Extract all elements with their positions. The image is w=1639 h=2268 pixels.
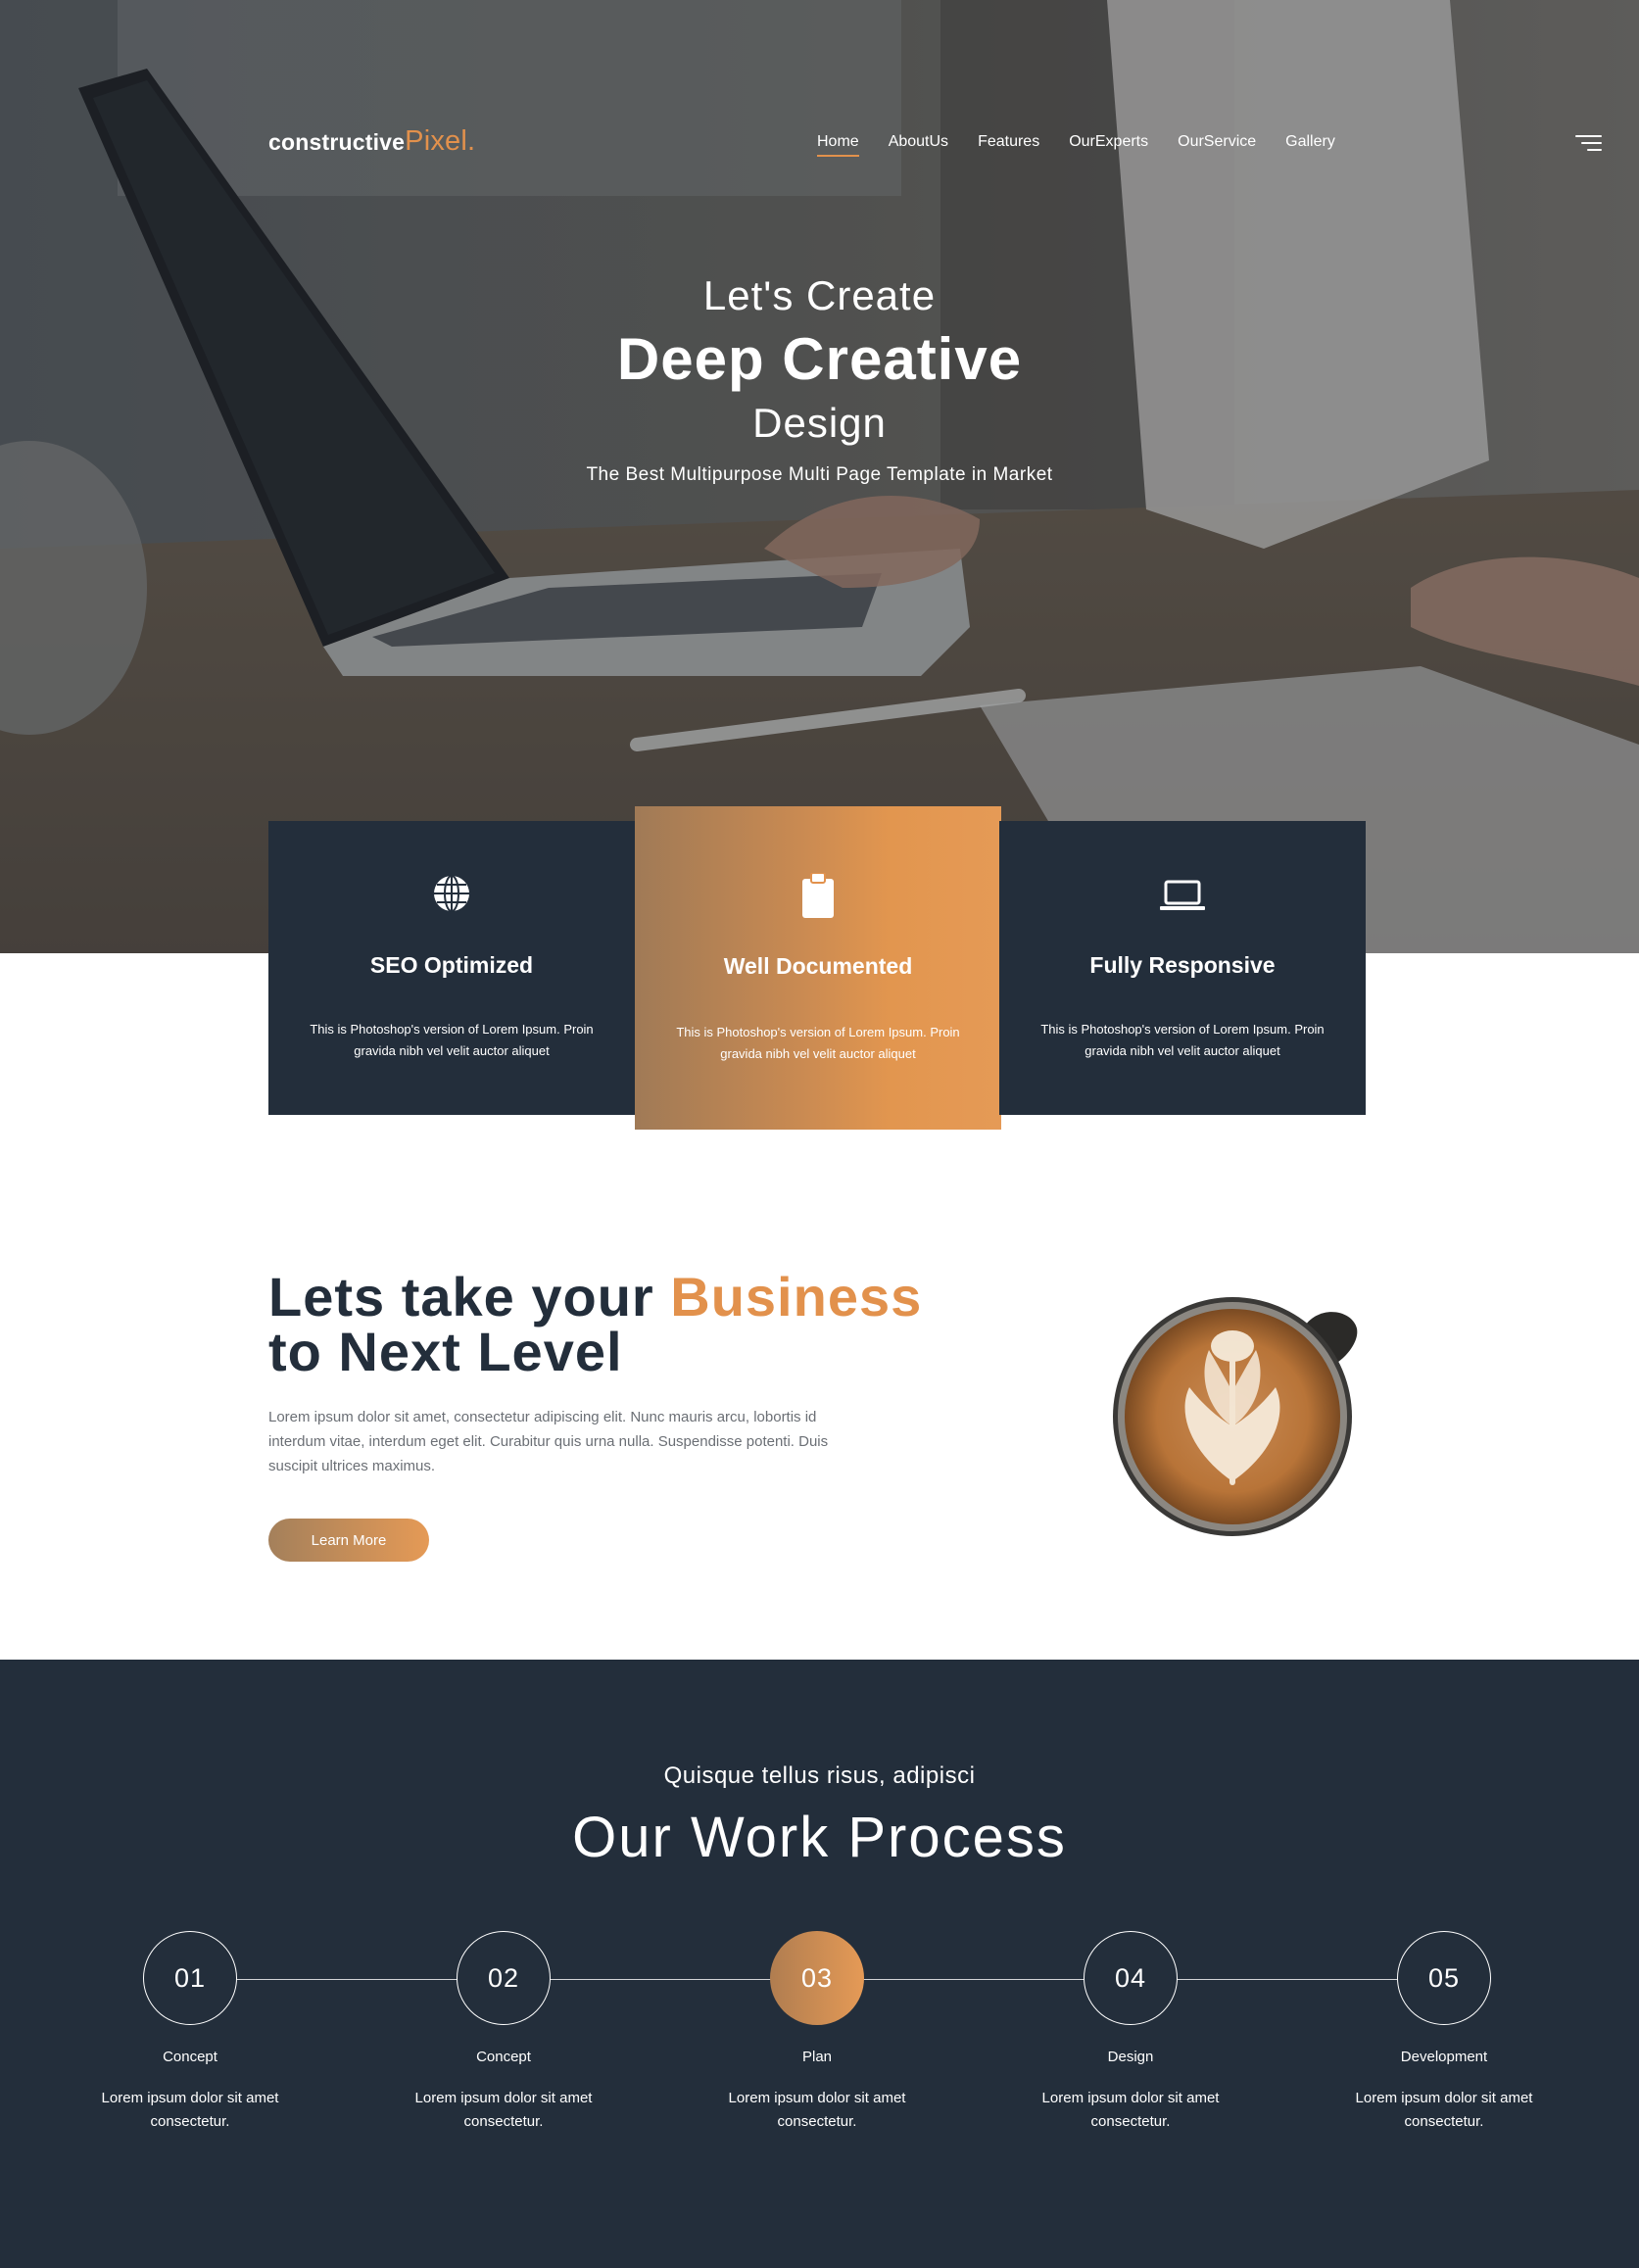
step-number-circle: 02	[457, 1931, 551, 2025]
feature-card-documented: Well Documented This is Photoshop's vers…	[635, 806, 1001, 1130]
clipboard-icon	[802, 873, 834, 918]
feature-title: Fully Responsive	[1089, 952, 1276, 978]
business-heading: Lets take your Business to Next Level	[268, 1270, 922, 1379]
step-label: Concept	[476, 2049, 531, 2065]
business-heading-part2: to Next Level	[268, 1321, 623, 1382]
hamburger-menu-icon[interactable]	[1575, 135, 1602, 153]
feature-card-responsive: Fully Responsive This is Photoshop's ver…	[999, 821, 1366, 1115]
business-heading-part1: Lets take your	[268, 1266, 671, 1327]
step-description: Lorem ipsum dolor sit amet consectetur.	[101, 2090, 279, 2130]
process-step-2: 02 Concept Lorem ipsum dolor sit amet co…	[386, 1931, 621, 2134]
process-step-5: 05 Development Lorem ipsum dolor sit ame…	[1326, 1931, 1562, 2134]
hero-headline: Deep Creative	[616, 326, 1023, 392]
hero-line-1: Let's Create	[702, 272, 937, 318]
step-description: Lorem ipsum dolor sit amet consectetur.	[1041, 2090, 1220, 2130]
feature-card-seo: SEO Optimized This is Photoshop's versio…	[268, 821, 635, 1115]
business-heading-accent: Business	[670, 1266, 923, 1327]
laptop-icon	[1160, 880, 1205, 910]
step-label: Development	[1400, 2049, 1488, 2065]
process-step-4: 04 Design Lorem ipsum dolor sit amet con…	[1013, 1931, 1248, 2134]
feature-text: This is Photoshop's version of Lorem Ips…	[676, 1025, 960, 1061]
hero-tagline: The Best Multipurpose Multi Page Templat…	[586, 464, 1053, 485]
step-number-circle: 01	[143, 1931, 237, 2025]
feature-text: This is Photoshop's version of Lorem Ips…	[310, 1022, 594, 1058]
step-description: Lorem ipsum dolor sit amet consectetur.	[1355, 2090, 1533, 2130]
nav-link-our-service[interactable]: OurService	[1178, 133, 1256, 151]
nav-link-features[interactable]: Features	[978, 133, 1039, 151]
process-step-1: 01 Concept Lorem ipsum dolor sit amet co…	[72, 1931, 308, 2134]
nav-link-our-experts[interactable]: OurExperts	[1069, 133, 1148, 151]
step-number-circle: 04	[1084, 1931, 1178, 2025]
step-description: Lorem ipsum dolor sit amet consectetur.	[414, 2090, 593, 2130]
process-subtitle: Quisque tellus risus, adipisci	[663, 1762, 976, 1789]
feature-text: This is Photoshop's version of Lorem Ips…	[1040, 1022, 1325, 1058]
logo-accent-text: Pixel.	[405, 125, 476, 157]
nav-link-home[interactable]: Home	[817, 133, 859, 157]
feature-title: SEO Optimized	[369, 952, 534, 978]
process-step-3: 03 Plan Lorem ipsum dolor sit amet conse…	[699, 1931, 935, 2134]
coffee-cup-image	[1113, 1297, 1358, 1536]
step-label: Plan	[801, 2049, 833, 2065]
main-navigation: Home AboutUs Features OurExperts OurServ…	[817, 133, 1365, 157]
step-number-circle: 05	[1397, 1931, 1491, 2025]
logo-main-text: constructive	[268, 129, 406, 155]
business-description: Lorem ipsum dolor sit amet, consectetur …	[268, 1409, 829, 1474]
site-logo[interactable]: constructivePixel.	[268, 125, 475, 158]
step-number-circle-active: 03	[770, 1931, 864, 2025]
step-description: Lorem ipsum dolor sit amet consectetur.	[728, 2090, 906, 2130]
work-process-section: Quisque tellus risus, adipisci Our Work …	[0, 1660, 1639, 2268]
globe-icon	[434, 875, 469, 912]
feature-title: Well Documented	[723, 953, 913, 979]
nav-link-about-us[interactable]: AboutUs	[889, 133, 948, 151]
process-title: Our Work Process	[572, 1806, 1067, 1869]
learn-more-button[interactable]: Learn More	[268, 1519, 429, 1562]
step-label: Design	[1107, 2049, 1154, 2065]
step-label: Concept	[163, 2049, 217, 2065]
hero-line-3: Design	[752, 400, 887, 446]
nav-link-gallery[interactable]: Gallery	[1285, 133, 1335, 151]
